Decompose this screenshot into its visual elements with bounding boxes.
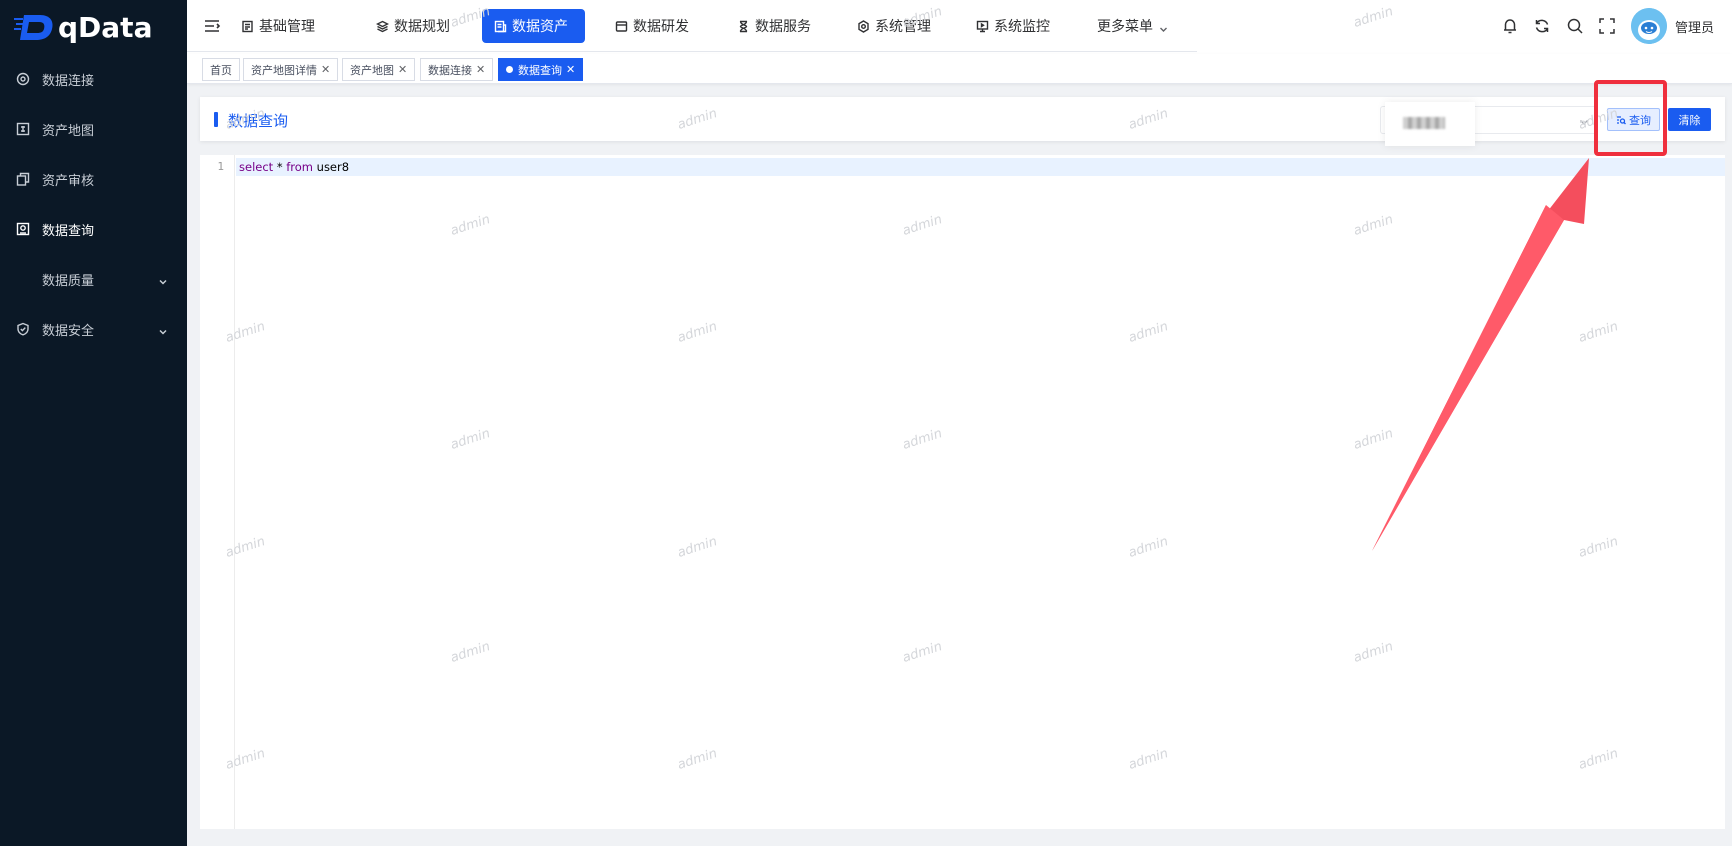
- nav-data-service[interactable]: 数据服务: [725, 9, 823, 43]
- close-icon[interactable]: ✕: [321, 63, 330, 76]
- close-icon[interactable]: ✕: [566, 63, 575, 76]
- gear-icon: [857, 19, 870, 33]
- sidebar-item-data-query[interactable]: 数据查询: [0, 204, 187, 254]
- title-accent-bar: [214, 112, 218, 127]
- collapse-menu-icon[interactable]: [203, 17, 221, 35]
- query-button[interactable]: 查询: [1607, 108, 1660, 131]
- logo-mark-icon: [14, 11, 56, 43]
- tab-label: 首页: [210, 63, 232, 77]
- sql-editor[interactable]: 1 select * from user8: [200, 155, 1725, 829]
- nav-label: 基础管理: [259, 19, 315, 35]
- tab-label: 数据连接: [428, 63, 472, 77]
- logo[interactable]: qData: [0, 0, 187, 54]
- nav-label: 数据研发: [633, 19, 689, 35]
- sql-table-name: user8: [313, 160, 350, 174]
- layers-icon: [375, 20, 390, 33]
- copy-icon: [16, 172, 30, 186]
- query-button-label: 查询: [1629, 113, 1651, 127]
- sidebar-item-data-connection[interactable]: 数据连接: [0, 54, 187, 104]
- datasource-select[interactable]: [1380, 102, 1598, 146]
- fullscreen-icon[interactable]: [1598, 17, 1616, 35]
- sidebar-item-label: 数据安全: [42, 323, 95, 339]
- topnav-divider: [187, 51, 1197, 52]
- shield-icon: [16, 322, 30, 336]
- redacted-value: [1385, 102, 1475, 146]
- top-navbar: 基础管理 数据规划 数据资产 数据研发 数据服务 系统管理 系统监控 更多菜单: [187, 0, 1732, 54]
- sidebar-item-data-security[interactable]: 数据安全: [0, 304, 187, 354]
- sidebar: qData 数据连接 资产地图 资产审核 数据查询 数据质量 数据安全: [0, 0, 187, 846]
- sql-keyword: select: [239, 160, 274, 174]
- nav-label: 数据资产: [512, 19, 568, 35]
- sidebar-item-label: 数据连接: [42, 73, 95, 89]
- asset-icon: [494, 20, 507, 33]
- line-number: 1: [217, 160, 224, 173]
- clear-button-label: 清除: [1678, 113, 1701, 127]
- page-title: 数据查询: [228, 112, 289, 130]
- tags-view: 首页 资产地图详情 ✕ 资产地图 ✕ 数据连接 ✕ 数据查询 ✕: [187, 54, 1732, 84]
- chevron-down-icon: [1579, 116, 1589, 126]
- sql-operator: *: [273, 160, 287, 174]
- chevron-down-icon: [159, 325, 167, 335]
- logo-text: qData: [58, 10, 153, 44]
- bell-icon[interactable]: [1501, 17, 1519, 35]
- avatar[interactable]: [1631, 8, 1667, 44]
- target-icon: [16, 72, 30, 86]
- nav-basic-management[interactable]: 基础管理: [229, 9, 327, 43]
- nav-data-assets[interactable]: 数据资产: [482, 9, 585, 43]
- clear-button[interactable]: 清除: [1668, 108, 1711, 131]
- tab-data-query[interactable]: 数据查询 ✕: [498, 58, 584, 81]
- line-number-gutter: 1: [200, 155, 235, 829]
- nav-system-management[interactable]: 系统管理: [845, 9, 943, 43]
- nav-label: 数据服务: [755, 19, 811, 35]
- nav-label: 数据规划: [394, 19, 450, 35]
- sidebar-item-label: 数据查询: [42, 223, 95, 239]
- active-dot-icon: [506, 66, 513, 73]
- nav-label: 系统监控: [994, 19, 1050, 35]
- sidebar-item-label: 资产审核: [42, 173, 95, 189]
- search-icon[interactable]: [1566, 17, 1584, 35]
- chevron-down-icon: [1159, 22, 1168, 32]
- sidebar-item-data-quality[interactable]: 数据质量: [0, 254, 187, 304]
- panel-header: 数据查询 查询 清除: [200, 97, 1725, 146]
- tab-asset-map-detail[interactable]: 资产地图详情 ✕: [243, 58, 339, 81]
- tab-asset-map[interactable]: 资产地图 ✕: [342, 58, 416, 81]
- refresh-icon[interactable]: [1533, 17, 1551, 35]
- tab-label: 数据查询: [518, 63, 562, 77]
- hourglass-icon: [737, 20, 750, 33]
- tab-label: 资产地图: [350, 63, 394, 77]
- monitor-icon: [976, 20, 989, 33]
- nav-label: 更多菜单: [1097, 19, 1153, 35]
- window-icon: [615, 20, 628, 33]
- sidebar-item-label: 资产地图: [42, 123, 95, 139]
- nav-label: 系统管理: [875, 19, 931, 35]
- code-line[interactable]: select * from user8: [236, 158, 1725, 176]
- nav-more-menu[interactable]: 更多菜单: [1085, 9, 1180, 43]
- sql-keyword: from: [286, 160, 313, 174]
- map-icon: [16, 122, 30, 136]
- tab-home[interactable]: 首页: [202, 58, 240, 81]
- close-icon[interactable]: ✕: [398, 63, 407, 76]
- close-icon[interactable]: ✕: [476, 63, 485, 76]
- tab-label: 资产地图详情: [251, 63, 317, 77]
- tab-data-connection[interactable]: 数据连接 ✕: [420, 58, 494, 81]
- doc-icon: [241, 20, 254, 33]
- chevron-down-icon: [159, 275, 167, 285]
- nav-data-planning[interactable]: 数据规划: [364, 9, 462, 43]
- username[interactable]: 管理员: [1675, 17, 1714, 36]
- sidebar-item-asset-map[interactable]: 资产地图: [0, 104, 187, 154]
- nav-data-development[interactable]: 数据研发: [603, 9, 701, 43]
- search-list-icon: [1617, 115, 1626, 124]
- query-icon: [16, 222, 30, 236]
- nav-system-monitoring[interactable]: 系统监控: [964, 9, 1062, 43]
- sidebar-item-label: 数据质量: [42, 273, 95, 289]
- sidebar-item-asset-review[interactable]: 资产审核: [0, 154, 187, 204]
